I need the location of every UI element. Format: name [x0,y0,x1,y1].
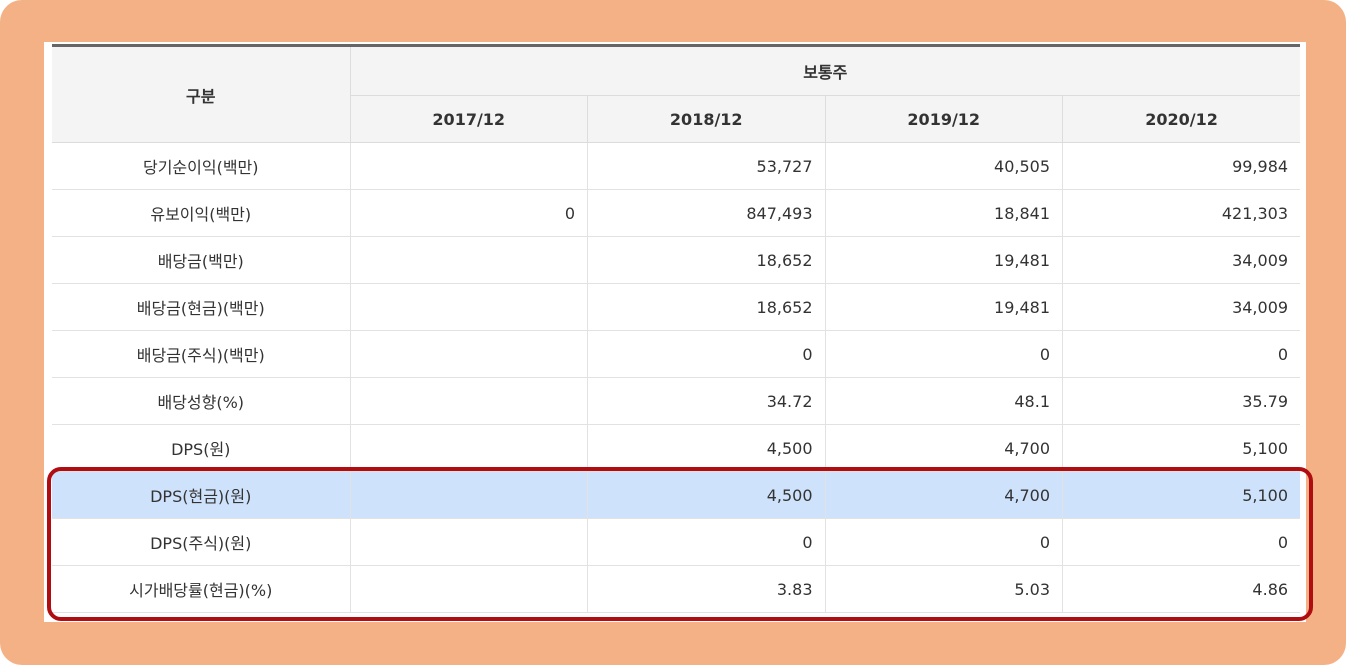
table-row: 시가배당률(현금)(%) 3.83 5.03 4.86 [52,565,1301,613]
table-cell: 19,481 [824,283,1063,331]
row-label: DPS(현금)(원) [52,471,351,519]
year-header: 2020/12 [1062,95,1301,143]
table-cell: 48.1 [824,377,1063,425]
row-label: 시가배당률(현금)(%) [52,565,351,613]
table-cell [349,330,588,378]
table-cell [349,283,588,331]
table-cell [349,142,588,190]
table-cell: 3.83 [587,565,826,613]
year-header: 2018/12 [587,95,826,143]
table-cell: 0 [1062,330,1301,378]
row-label: 배당금(주식)(백만) [52,330,351,378]
table-cell: 847,493 [587,189,826,237]
row-label: 배당금(현금)(백만) [52,283,351,331]
row-label: 배당성향(%) [52,377,351,425]
table-cell [349,236,588,284]
row-label: 배당금(백만) [52,236,351,284]
table-cell: 18,652 [587,236,826,284]
table-row: 배당금(주식)(백만) 0 0 0 [52,330,1301,378]
row-label: 당기순이익(백만) [52,142,351,190]
table-cell: 35.79 [1062,377,1301,425]
table-cell [349,518,588,566]
table-row: DPS(원) 4,500 4,700 5,100 [52,424,1301,472]
table-cell: 0 [587,518,826,566]
table-cell: 421,303 [1062,189,1301,237]
table-cell: 4,500 [587,471,826,519]
table-cell: 34,009 [1062,283,1301,331]
table-row: DPS(주식)(원) 0 0 0 [52,518,1301,566]
table-cell: 4,700 [824,424,1063,472]
year-header: 2017/12 [350,95,588,143]
table-cell: 34.72 [587,377,826,425]
table-cell [349,424,588,472]
table-cell: 4.86 [1062,565,1301,613]
common-stock-header: 보통주 [349,44,1301,96]
table-cell: 0 [824,518,1063,566]
table-cell: 34,009 [1062,236,1301,284]
table-cell [349,565,588,613]
table-cell: 18,652 [587,283,826,331]
table-cell: 40,505 [824,142,1063,190]
table-cell: 0 [824,330,1063,378]
table-cell: 5.03 [824,565,1063,613]
row-label: DPS(주식)(원) [52,518,351,566]
table-cell: 99,984 [1062,142,1301,190]
table-row-highlighted[interactable]: DPS(현금)(원) 4,500 4,700 5,100 [52,471,1301,519]
table-row: 당기순이익(백만) 53,727 40,505 99,984 [52,142,1301,190]
row-label: 유보이익(백만) [52,189,351,237]
row-label: DPS(원) [52,424,351,472]
table-cell: 0 [1062,518,1301,566]
table-cell: 19,481 [824,236,1063,284]
table-cell [349,377,588,425]
table-cell: 4,700 [824,471,1063,519]
table-cell: 18,841 [824,189,1063,237]
table-cell: 0 [587,330,826,378]
screenshot-frame: 구분 보통주 2017/12 2018/12 2019/12 2020/12 당… [0,0,1346,665]
dividend-table-panel: 구분 보통주 2017/12 2018/12 2019/12 2020/12 당… [44,42,1306,622]
table-row: 배당금(현금)(백만) 18,652 19,481 34,009 [52,283,1301,331]
category-header: 구분 [52,44,351,143]
table-cell: 53,727 [587,142,826,190]
year-header: 2019/12 [824,95,1063,143]
dividend-table: 구분 보통주 2017/12 2018/12 2019/12 2020/12 당… [52,44,1301,613]
header-row-group: 구분 보통주 [52,44,1301,143]
table-cell: 4,500 [587,424,826,472]
table-cell: 5,100 [1062,424,1301,472]
table-cell [349,471,588,519]
table-row: 유보이익(백만) 0 847,493 18,841 421,303 [52,189,1301,237]
table-row: 배당성향(%) 34.72 48.1 35.79 [52,377,1301,425]
table-cell: 0 [349,189,588,237]
table-row: 배당금(백만) 18,652 19,481 34,009 [52,236,1301,284]
table-cell: 5,100 [1062,471,1301,519]
